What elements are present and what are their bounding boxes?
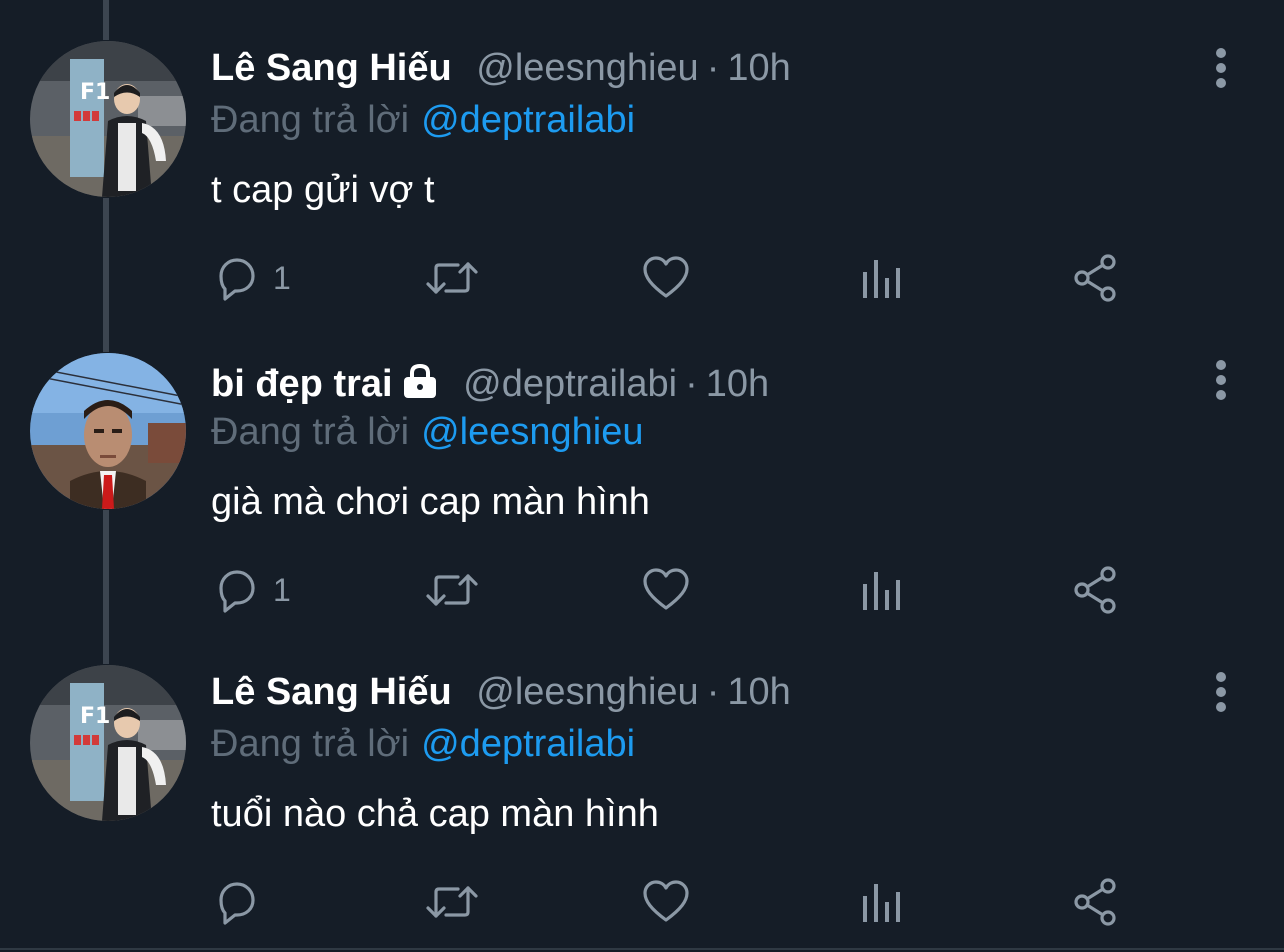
user-handle[interactable]: @leesnghieu: [476, 47, 698, 89]
retweet-icon: [426, 886, 478, 918]
replying-to-line: Đang trả lời @leesnghieu: [211, 406, 644, 458]
tweet-actions: 1: [0, 250, 1284, 306]
bar-chart-icon: [863, 884, 900, 922]
tweet-text: tuổi nào chả cap màn hình: [211, 793, 659, 835]
retweet-icon: [426, 262, 478, 294]
tweet-header: Lê Sang Hiếu @leesnghieu · 10h: [211, 666, 791, 718]
tweet-actions: [0, 874, 1284, 930]
replying-to-label: Đang trả lời: [211, 99, 410, 141]
replying-to-label: Đang trả lời: [211, 723, 410, 765]
separator-dot: ·: [706, 671, 720, 713]
speech-bubble-icon: [219, 258, 255, 301]
user-handle[interactable]: @leesnghieu: [476, 671, 698, 713]
analytics-button[interactable]: [860, 874, 904, 930]
retweet-icon: [426, 574, 478, 606]
tweet[interactable]: F1 Lê Sang Hiếu @leesnghieu · 10h Đang trả…: [0, 624, 1284, 936]
display-name[interactable]: Lê Sang Hiếu: [211, 47, 452, 89]
speech-bubble-icon: [219, 570, 255, 613]
tweet-header: bi đẹp trai @deptrailabi · 10h: [211, 358, 769, 410]
bottom-divider: [0, 948, 1284, 950]
like-button[interactable]: [641, 250, 691, 306]
reply-count: 1: [273, 571, 291, 608]
more-options-icon[interactable]: [1208, 47, 1234, 89]
conversation-thread: F1 Lê Sang Hiếu @leesnghieu · 10h Đang trả…: [0, 0, 1284, 952]
tweet-text: t cap gửi vợ t: [211, 169, 435, 211]
speech-bubble-icon: [219, 882, 255, 925]
heart-icon: [643, 880, 689, 922]
reply-count: 1: [273, 259, 291, 296]
heart-icon: [643, 256, 689, 298]
more-options-icon[interactable]: [1208, 671, 1234, 713]
separator-dot: ·: [706, 47, 720, 89]
more-options-icon[interactable]: [1208, 359, 1234, 401]
analytics-button[interactable]: [860, 250, 904, 306]
mention-link[interactable]: @deptrailabi: [421, 99, 635, 141]
lock-icon: [403, 363, 436, 398]
replying-to-line: Đang trả lời @deptrailabi: [211, 718, 635, 770]
bar-chart-icon: [863, 572, 900, 610]
avatar[interactable]: F1: [30, 41, 186, 197]
heart-icon: [643, 568, 689, 610]
reply-button[interactable]: 1: [213, 250, 291, 306]
tweet[interactable]: bi đẹp trai @deptrailabi · 10h Đang trả lờ…: [0, 312, 1284, 624]
replying-to-label: Đang trả lời: [211, 411, 410, 453]
bar-chart-icon: [863, 260, 900, 298]
avatar[interactable]: [30, 353, 186, 509]
like-button[interactable]: [641, 562, 691, 618]
svg-text:F1: F1: [80, 80, 110, 105]
mention-link[interactable]: @leesnghieu: [421, 411, 643, 453]
avatar[interactable]: F1: [30, 665, 186, 821]
tweet-text: già mà chơi cap màn hình: [211, 481, 650, 523]
share-icon: [1074, 254, 1116, 302]
share-button[interactable]: [1072, 250, 1118, 306]
separator-dot: ·: [685, 363, 698, 405]
tweet-header: Lê Sang Hiếu @leesnghieu · 10h: [211, 42, 791, 94]
svg-text:F1: F1: [80, 704, 110, 729]
like-button[interactable]: [641, 874, 691, 930]
user-avatar-leesnghieu-icon: F1: [30, 41, 186, 197]
user-avatar-leesnghieu-icon: F1: [30, 665, 186, 821]
timestamp[interactable]: 10h: [706, 363, 769, 405]
retweet-button[interactable]: [424, 562, 480, 618]
retweet-button[interactable]: [424, 250, 480, 306]
retweet-button[interactable]: [424, 874, 480, 930]
reply-button[interactable]: 1: [213, 562, 291, 618]
share-icon: [1074, 566, 1116, 614]
timestamp[interactable]: 10h: [727, 47, 790, 89]
user-handle[interactable]: @deptrailabi: [463, 363, 677, 405]
timestamp[interactable]: 10h: [727, 671, 790, 713]
reply-button[interactable]: [213, 874, 273, 930]
tweet[interactable]: F1 Lê Sang Hiếu @leesnghieu · 10h Đang trả…: [0, 0, 1284, 312]
tweet-actions: 1: [0, 562, 1284, 618]
share-button[interactable]: [1072, 562, 1118, 618]
display-name[interactable]: bi đẹp trai: [211, 363, 393, 405]
display-name[interactable]: Lê Sang Hiếu: [211, 671, 452, 713]
replying-to-line: Đang trả lời @deptrailabi: [211, 94, 635, 146]
mention-link[interactable]: @deptrailabi: [421, 723, 635, 765]
analytics-button[interactable]: [860, 562, 904, 618]
share-button[interactable]: [1072, 874, 1118, 930]
user-avatar-deptrailabi-icon: [30, 353, 186, 509]
share-icon: [1074, 878, 1116, 926]
